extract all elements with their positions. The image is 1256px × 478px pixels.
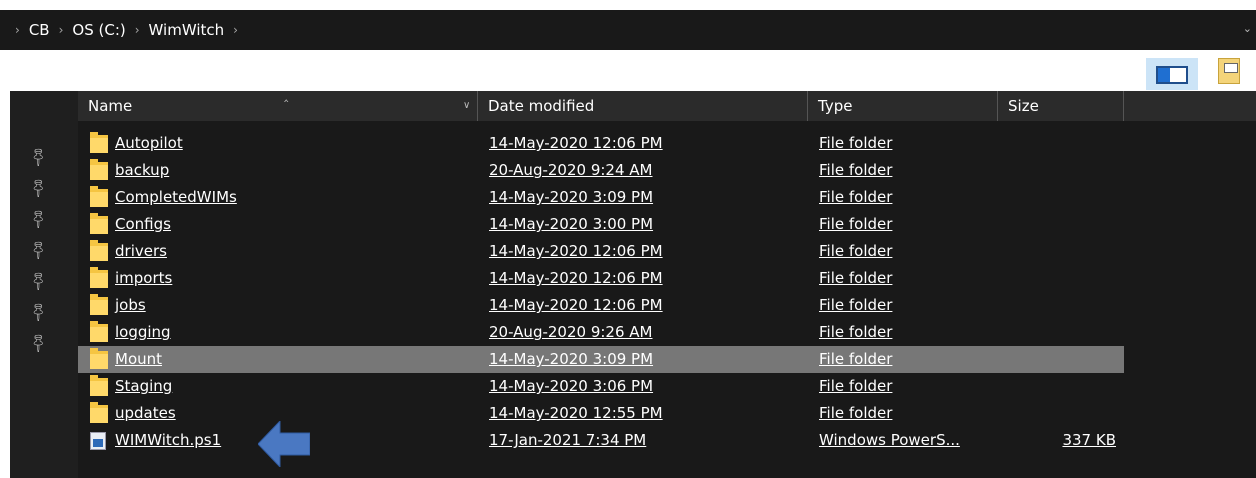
file-type: File folder <box>819 296 893 314</box>
file-name[interactable]: logging <box>115 319 171 346</box>
breadcrumb-chevron-icon[interactable]: › <box>15 23 20 37</box>
file-date: 20-Aug-2020 9:24 AM <box>489 161 653 179</box>
file-name[interactable]: Autopilot <box>115 130 183 157</box>
file-date: 14-May-2020 12:06 PM <box>489 269 663 287</box>
pin-icon[interactable]: 📌︎ <box>27 176 51 200</box>
file-type: File folder <box>819 188 893 206</box>
powershell-script-icon <box>90 432 106 450</box>
file-row[interactable]: updates 14-May-2020 12:55 PM File folder <box>78 400 1124 427</box>
folder-icon <box>90 132 108 153</box>
breadcrumb-chevron-icon[interactable]: › <box>233 23 238 37</box>
column-header-name-label: Name <box>88 97 133 115</box>
column-header-date-label: Date modified <box>488 97 595 115</box>
pin-icon[interactable]: 📌︎ <box>27 238 51 262</box>
breadcrumb-item-wimwitch[interactable]: WimWitch <box>149 21 225 39</box>
column-filter-chevron-icon[interactable]: ∨ <box>463 91 470 121</box>
column-header-size-label: Size <box>1008 97 1039 115</box>
file-name[interactable]: jobs <box>115 292 146 319</box>
folder-icon <box>90 321 108 342</box>
file-name[interactable]: WIMWitch.ps1 <box>115 427 221 454</box>
folder-icon <box>90 159 108 180</box>
file-date: 14-May-2020 3:09 PM <box>489 188 654 206</box>
sort-ascending-icon: ‸ <box>284 88 289 103</box>
file-row[interactable]: CompletedWIMs 14-May-2020 3:09 PM File f… <box>78 184 1124 211</box>
pin-icon[interactable]: 📌︎ <box>27 269 51 293</box>
column-header-name[interactable]: Name ‸ ∨ <box>78 88 478 121</box>
pin-icon[interactable]: 📌︎ <box>27 300 51 324</box>
file-date: 14-May-2020 12:06 PM <box>489 242 663 260</box>
file-row[interactable]: jobs 14-May-2020 12:06 PM File folder <box>78 292 1124 319</box>
file-type: File folder <box>819 404 893 422</box>
details-pane-button[interactable] <box>1146 58 1198 90</box>
breadcrumb-item-cb[interactable]: CB <box>29 21 50 39</box>
file-name[interactable]: CompletedWIMs <box>115 184 237 211</box>
breadcrumb-chevron-icon[interactable]: › <box>135 23 140 37</box>
column-header: Name ‸ ∨ Date modified Type Size <box>78 88 1256 121</box>
top-edge <box>0 0 1256 10</box>
file-row[interactable]: WIMWitch.ps1 17-Jan-2021 7:34 PM Windows… <box>78 427 1124 454</box>
file-type: File folder <box>819 161 893 179</box>
file-date: 14-May-2020 12:06 PM <box>489 296 663 314</box>
file-type: File folder <box>819 269 893 287</box>
folder-icon <box>90 348 108 369</box>
column-header-size[interactable]: Size <box>998 91 1124 121</box>
file-row[interactable]: drivers 14-May-2020 12:06 PM File folder <box>78 238 1124 265</box>
file-date: 14-May-2020 12:55 PM <box>489 404 663 422</box>
file-type: Windows PowerS... <box>819 431 960 449</box>
pin-icon[interactable]: 📌︎ <box>27 207 51 231</box>
address-bar[interactable]: › CB › OS (C:) › WimWitch › ⌄ <box>0 10 1256 50</box>
annotation-arrow-icon <box>258 421 310 467</box>
preview-pane-icon <box>1218 58 1240 84</box>
file-row[interactable]: backup 20-Aug-2020 9:24 AM File folder <box>78 157 1124 184</box>
file-row[interactable]: Configs 14-May-2020 3:00 PM File folder <box>78 211 1124 238</box>
file-name[interactable]: backup <box>115 157 169 184</box>
address-dropdown-icon[interactable]: ⌄ <box>1243 22 1252 35</box>
file-name[interactable]: Mount <box>115 346 162 373</box>
file-type: File folder <box>819 134 893 152</box>
file-type: File folder <box>819 215 893 233</box>
navigation-pane: 📌︎ 📌︎ 📌︎ 📌︎ 📌︎ 📌︎ 📌︎ <box>10 91 78 478</box>
breadcrumb-item-os-drive[interactable]: OS (C:) <box>72 21 125 39</box>
column-header-date[interactable]: Date modified <box>478 91 808 121</box>
folder-icon <box>90 213 108 234</box>
file-row[interactable]: logging 20-Aug-2020 9:26 AM File folder <box>78 319 1124 346</box>
file-date: 14-May-2020 3:06 PM <box>489 377 654 395</box>
file-name[interactable]: drivers <box>115 238 167 265</box>
folder-icon <box>90 294 108 315</box>
folder-icon <box>90 186 108 207</box>
file-explorer-content: 📌︎ 📌︎ 📌︎ 📌︎ 📌︎ 📌︎ 📌︎ Name ‸ ∨ Date modif… <box>10 88 1256 478</box>
file-list: Autopilot 14-May-2020 12:06 PM File fold… <box>78 130 1124 454</box>
file-name[interactable]: Configs <box>115 211 171 238</box>
details-pane-icon <box>1156 66 1188 84</box>
file-name[interactable]: Staging <box>115 373 172 400</box>
file-type: File folder <box>819 350 893 368</box>
file-row[interactable]: Autopilot 14-May-2020 12:06 PM File fold… <box>78 130 1124 157</box>
view-toolbar <box>0 50 1256 91</box>
file-date: 20-Aug-2020 9:26 AM <box>489 323 653 341</box>
file-date: 14-May-2020 3:09 PM <box>489 350 654 368</box>
column-header-type[interactable]: Type <box>808 91 998 121</box>
breadcrumb-chevron-icon[interactable]: › <box>59 23 64 37</box>
folder-icon <box>90 375 108 396</box>
folder-icon <box>90 240 108 261</box>
file-date: 14-May-2020 12:06 PM <box>489 134 663 152</box>
file-name[interactable]: updates <box>115 400 176 427</box>
file-date: 14-May-2020 3:00 PM <box>489 215 654 233</box>
file-name[interactable]: imports <box>115 265 172 292</box>
column-header-type-label: Type <box>818 97 853 115</box>
file-row[interactable]: imports 14-May-2020 12:06 PM File folder <box>78 265 1124 292</box>
file-type: File folder <box>819 323 893 341</box>
file-size: 337 KB <box>1062 431 1116 449</box>
folder-icon <box>90 267 108 288</box>
file-type: File folder <box>819 242 893 260</box>
pin-icon[interactable]: 📌︎ <box>27 331 51 355</box>
file-row[interactable]: Staging 14-May-2020 3:06 PM File folder <box>78 373 1124 400</box>
file-type: File folder <box>819 377 893 395</box>
folder-icon <box>90 402 108 423</box>
preview-pane-button[interactable] <box>1212 56 1244 90</box>
pin-icon[interactable]: 📌︎ <box>27 145 51 169</box>
file-date: 17-Jan-2021 7:34 PM <box>489 431 647 449</box>
file-row-selected[interactable]: Mount 14-May-2020 3:09 PM File folder <box>78 346 1124 373</box>
